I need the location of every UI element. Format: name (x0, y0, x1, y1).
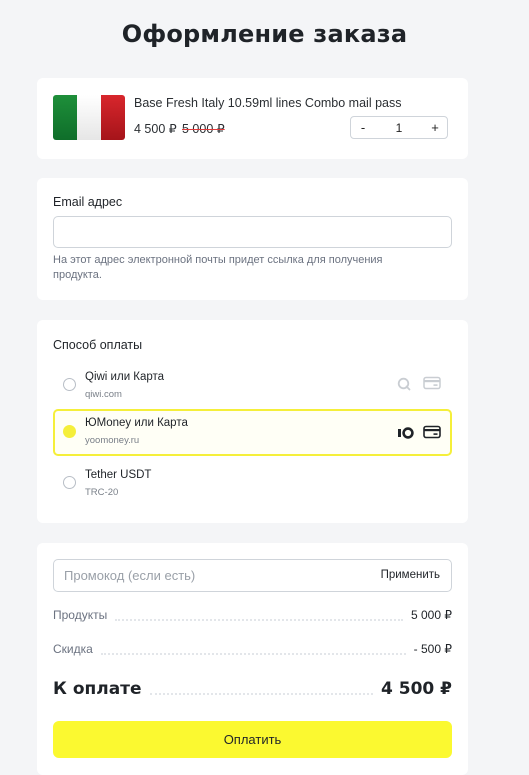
payment-option-subtitle: yoomoney.ru (85, 435, 140, 446)
product-old-price: 5 000 ₽ (182, 122, 225, 136)
product-price: 4 500 ₽ (134, 122, 177, 136)
page-title: Оформление заказа (121, 20, 408, 48)
order-summary-card: Применить Продукты 5 000 ₽ Скидка - 500 … (37, 543, 468, 775)
radio-button[interactable] (63, 476, 76, 489)
italy-flag-image (53, 95, 125, 140)
yoomoney-icon (397, 426, 415, 444)
payment-option-qiwi[interactable]: Qiwi или Карта qiwi.com (53, 363, 452, 409)
payment-option-name: Qiwi или Карта (85, 371, 165, 383)
payment-method-card: Способ оплаты Qiwi или Карта qiwi.com ЮM… (37, 320, 468, 523)
dotted-leader (100, 653, 406, 655)
dotted-leader (149, 693, 374, 695)
email-field[interactable] (53, 216, 452, 248)
product-name: Base Fresh Italy 10.59ml lines Combo mai… (134, 96, 402, 110)
email-label: Email адрес (53, 195, 123, 209)
email-card: Email адрес На этот адрес электронной по… (37, 178, 468, 300)
email-hint: На этот адрес электронной почты придет с… (53, 254, 383, 281)
payment-option-yoomoney[interactable]: ЮMoney или Карта yoomoney.ru (53, 409, 452, 456)
payment-option-name: ЮMoney или Карта (85, 417, 188, 429)
products-amount: 5 000 ₽ (411, 608, 452, 622)
card-icon (423, 376, 441, 395)
total-label: К оплате (53, 679, 142, 699)
payment-option-subtitle: TRC-20 (85, 487, 119, 498)
discount-row: Скидка - 500 ₽ (53, 642, 452, 656)
payment-option-name: Tether USDT (85, 469, 152, 481)
quantity-stepper: - 1 + (350, 116, 448, 139)
promo-code-box: Применить (53, 559, 452, 592)
quantity-increase-button[interactable]: + (423, 120, 447, 135)
radio-button-selected[interactable] (63, 425, 76, 438)
products-row: Продукты 5 000 ₽ (53, 608, 452, 622)
total-amount: 4 500 ₽ (381, 679, 452, 699)
pay-button[interactable]: Оплатить (53, 721, 452, 758)
payment-option-subtitle: qiwi.com (85, 389, 122, 400)
quantity-value[interactable]: 1 (375, 121, 423, 135)
promo-apply-button[interactable]: Применить (381, 569, 440, 581)
payment-method-title: Способ оплаты (53, 338, 143, 352)
quantity-decrease-button[interactable]: - (351, 120, 375, 135)
dotted-leader (115, 619, 403, 621)
discount-amount: - 500 ₽ (413, 642, 452, 656)
total-row: К оплате 4 500 ₽ (53, 679, 452, 699)
product-card: Base Fresh Italy 10.59ml lines Combo mai… (37, 78, 468, 159)
promo-code-input[interactable] (54, 560, 364, 591)
payment-option-tether[interactable]: Tether USDT TRC-20 (53, 461, 452, 507)
products-label: Продукты (53, 608, 108, 622)
radio-button[interactable] (63, 378, 76, 391)
card-icon (423, 425, 441, 444)
discount-label: Скидка (53, 642, 93, 656)
qiwi-icon (397, 377, 411, 396)
